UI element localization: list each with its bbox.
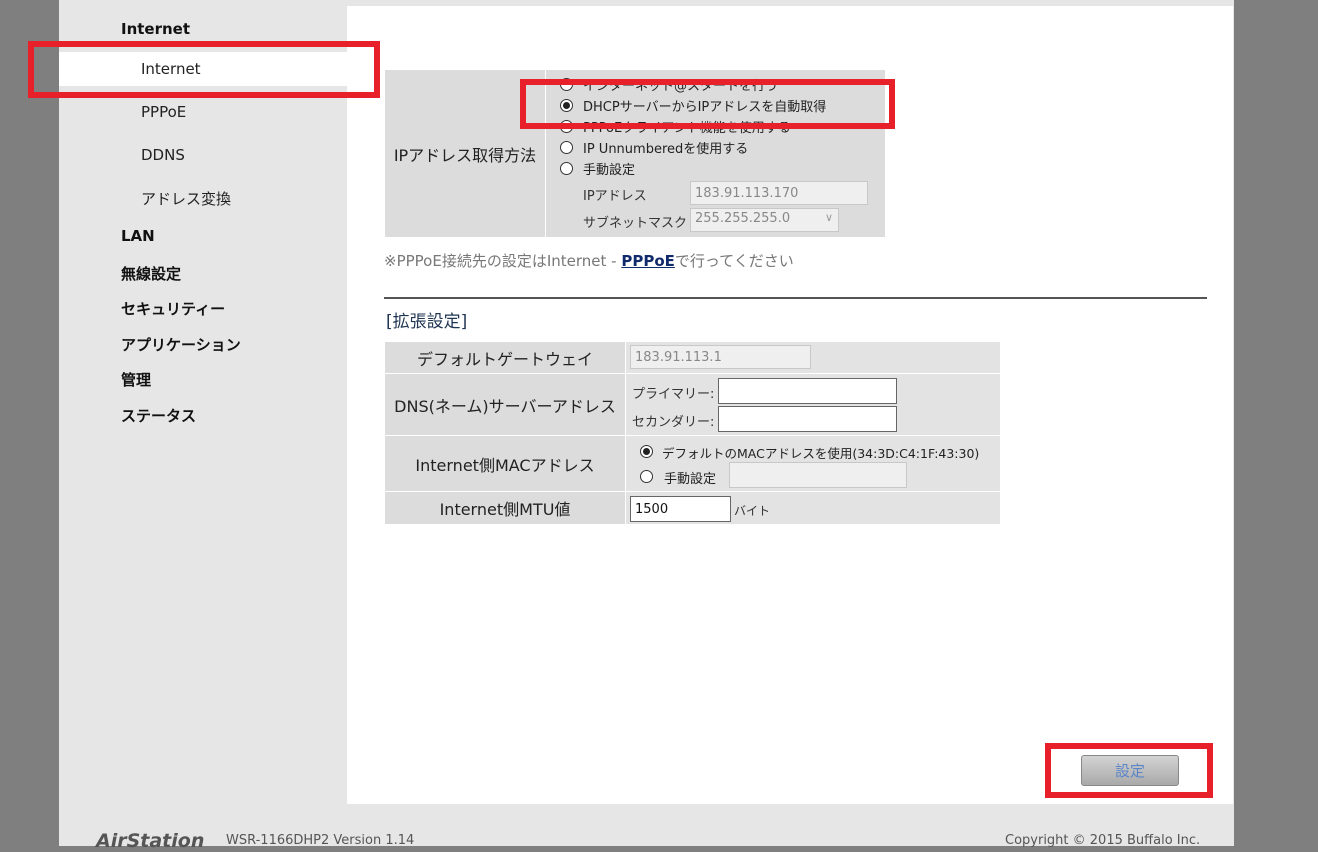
gateway-label: デフォルトゲートウェイ <box>385 342 625 373</box>
option-manual-label: 手動設定 <box>583 163 636 178</box>
dns-primary-input[interactable] <box>718 378 897 404</box>
pppoe-link[interactable]: PPPoE <box>621 252 675 270</box>
section-divider <box>384 297 1207 299</box>
nav-group-security[interactable]: セキュリティー <box>121 298 225 319</box>
radio-manual[interactable] <box>560 162 573 175</box>
nav-group-lan[interactable]: LAN <box>121 227 155 245</box>
subnet-mask-label: サブネットマスク <box>583 216 688 231</box>
nav-group-application[interactable]: アプリケーション <box>121 334 241 355</box>
nav-group-status[interactable]: ステータス <box>121 405 196 426</box>
nav-group-internet[interactable]: Internet <box>121 20 190 38</box>
dns-secondary-label: セカンダリー: <box>632 415 715 430</box>
option-ip-unnumbered-label: IP Unnumberedを使用する <box>583 142 749 157</box>
dns-label: DNS(ネーム)サーバーアドレス <box>385 374 625 435</box>
highlight-submit-button <box>1045 743 1213 798</box>
mac-default-label: デフォルトのMACアドレスを使用(34:3D:C4:1F:43:30) <box>662 446 980 461</box>
mtu-input[interactable] <box>630 496 731 522</box>
mtu-unit: バイト <box>734 504 771 518</box>
sidebar-item-ddns[interactable]: DDNS <box>141 146 185 164</box>
airstation-logo: AirStation <box>96 830 205 852</box>
nav-group-wireless[interactable]: 無線設定 <box>121 263 181 284</box>
nav-group-admin[interactable]: 管理 <box>121 369 151 390</box>
dns-secondary-input[interactable] <box>718 406 897 432</box>
ip-address-input[interactable] <box>690 181 868 205</box>
subnet-mask-value: 255.255.255.0 <box>695 211 791 226</box>
highlight-sidebar-internet <box>28 41 380 98</box>
pppoe-note-suffix: で行ってください <box>674 252 794 270</box>
subnet-mask-select[interactable]: 255.255.255.0 ∨ <box>690 208 839 232</box>
dns-primary-label: プライマリー: <box>632 387 715 402</box>
pppoe-note-prefix: ※PPPoE接続先の設定はInternet - <box>384 252 622 270</box>
pppoe-note: ※PPPoE接続先の設定はInternet - PPPoEで行ってください <box>384 250 794 271</box>
radio-mac-manual[interactable] <box>640 470 653 483</box>
mac-label: Internet側MACアドレス <box>385 436 625 491</box>
sidebar-item-pppoe[interactable]: PPPoE <box>141 103 186 121</box>
chevron-down-icon: ∨ <box>824 211 833 224</box>
highlight-dhcp-option <box>520 79 895 129</box>
ip-address-label: IPアドレス <box>583 189 647 204</box>
sidebar: Internet Internet PPPoE DDNS アドレス変換 LAN … <box>59 0 347 810</box>
advanced-settings-title: [拡張設定] <box>386 312 468 332</box>
gateway-input[interactable] <box>630 345 811 369</box>
radio-mac-default[interactable] <box>640 445 653 458</box>
sidebar-item-address-translation[interactable]: アドレス変換 <box>141 188 231 209</box>
mac-manual-input[interactable] <box>729 462 907 488</box>
mtu-label: Internet側MTU値 <box>385 492 625 524</box>
mac-manual-label: 手動設定 <box>664 472 717 487</box>
radio-ip-unnumbered[interactable] <box>560 141 573 154</box>
